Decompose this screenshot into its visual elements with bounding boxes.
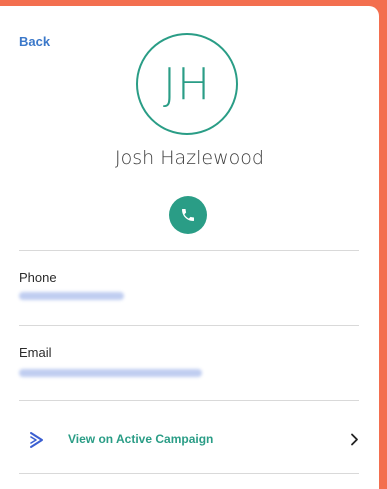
phone-label: Phone: [19, 270, 57, 285]
contact-name: Josh Hazlewood: [115, 147, 264, 169]
chevron-right-icon: [351, 433, 358, 446]
avatar-initials: JH: [162, 58, 212, 110]
phone-icon: [182, 209, 194, 221]
divider: [19, 400, 359, 401]
view-on-active-campaign-link[interactable]: View on Active Campaign: [0, 411, 379, 471]
campaign-link-label: View on Active Campaign: [68, 432, 214, 446]
back-link[interactable]: Back: [19, 34, 50, 49]
email-value-redacted: [19, 369, 202, 377]
divider: [19, 325, 359, 326]
divider: [19, 250, 359, 251]
active-campaign-icon: [30, 432, 43, 448]
email-label: Email: [19, 345, 52, 360]
call-button[interactable]: [169, 196, 207, 234]
phone-value-redacted: [19, 292, 124, 300]
divider: [19, 473, 359, 474]
contact-card: Back JH Josh Hazlewood Phone Email View …: [0, 6, 379, 489]
avatar: JH: [136, 33, 238, 135]
